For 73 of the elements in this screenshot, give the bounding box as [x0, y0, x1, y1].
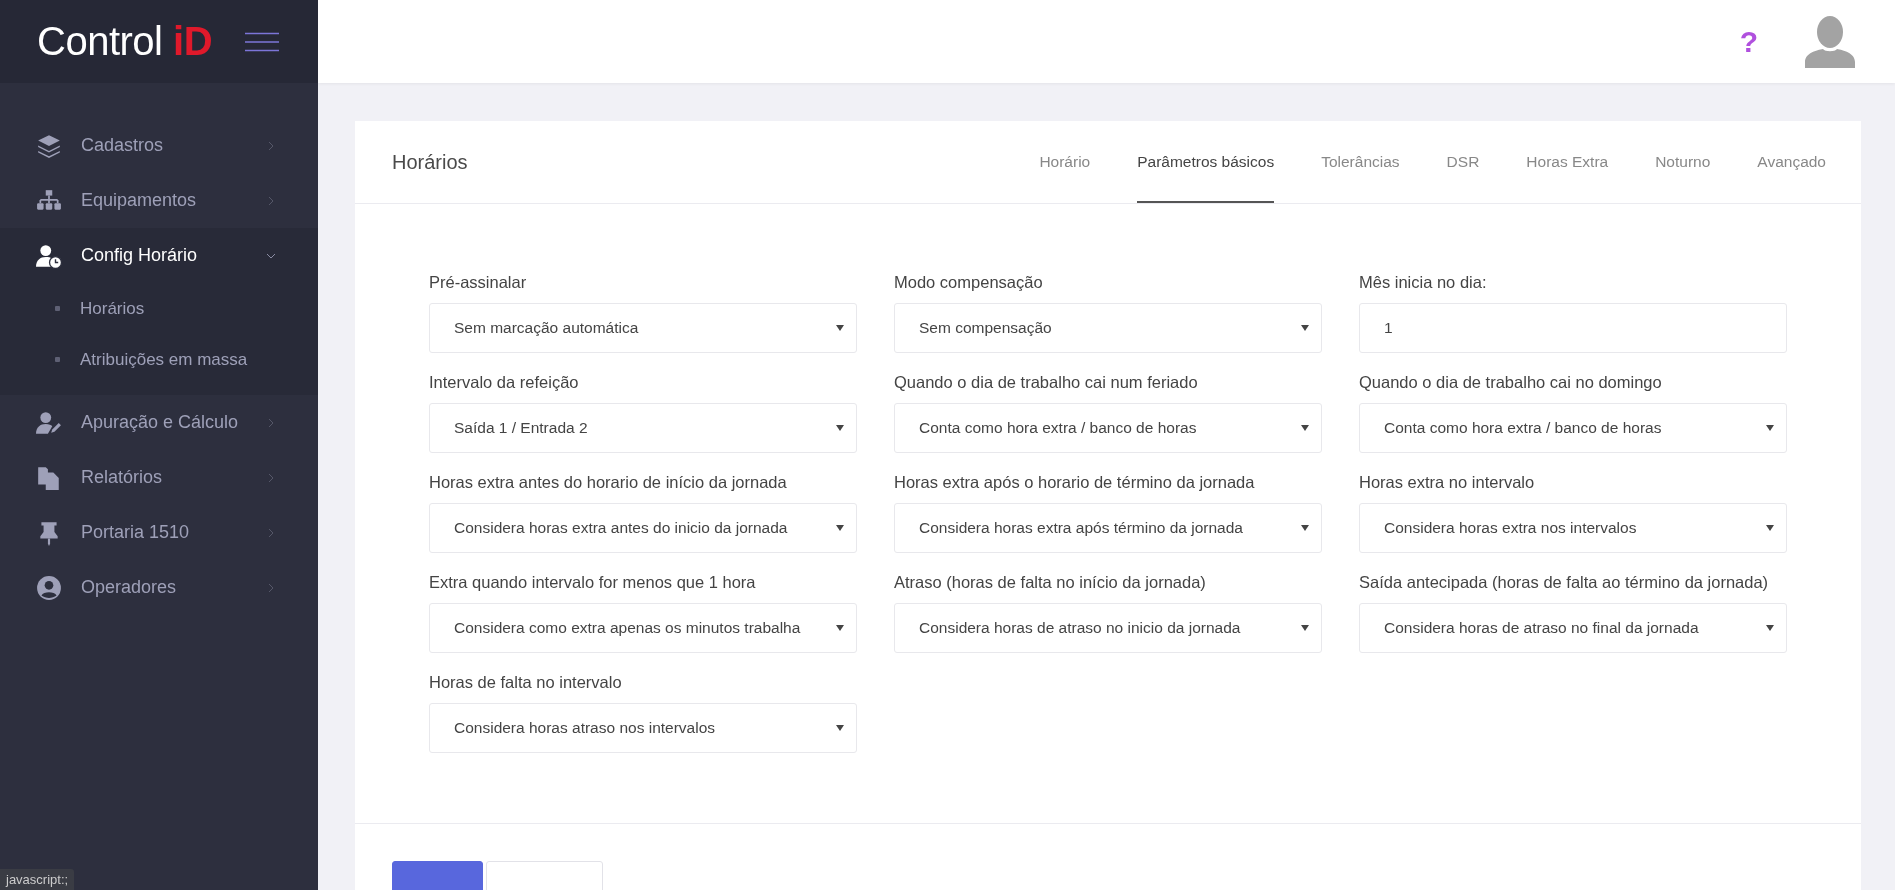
field-label: Horas extra no intervalo [1359, 472, 1536, 493]
field-label: Quando o dia de trabalho cai no domingo [1359, 372, 1663, 393]
field-label: Atraso (horas de falta no início da jornada) [894, 572, 1207, 593]
dropdown[interactable]: Sem compensação [894, 303, 1322, 353]
submenu-item[interactable]: Horários [0, 283, 318, 334]
caret-icon [836, 425, 844, 431]
chevron-icon [266, 417, 276, 428]
chevron-icon [266, 582, 276, 593]
chevron-icon [266, 527, 276, 538]
field-label: Saída antecipada (horas de falta ao término da jornada) [1359, 572, 1770, 593]
field-label: Horas extra após o horario de término da jornada [894, 472, 1256, 493]
user-circle-icon [36, 574, 62, 601]
chevron-icon [266, 472, 276, 483]
dropdown[interactable]: Considera horas extra após término da jornada [894, 503, 1322, 553]
dropdown[interactable]: Conta como hora extra / banco de horas [1359, 403, 1787, 453]
user-edit-icon [36, 409, 62, 436]
sidebar-item[interactable]: Cadastros [0, 118, 318, 173]
logo: Control iD [37, 19, 213, 64]
caret-icon [1301, 625, 1309, 631]
tab[interactable]: Horário [1039, 121, 1091, 203]
user-clock-icon [36, 242, 62, 269]
bullet-icon [55, 306, 60, 311]
dropdown[interactable]: Saída 1 / Entrada 2 [429, 403, 857, 453]
caret-icon [836, 725, 844, 731]
dropdown[interactable]: Sem marcação automática [429, 303, 857, 353]
field-label: Extra quando intervalo for menos que 1 hora [429, 572, 757, 593]
caret-icon [1766, 425, 1774, 431]
caret-icon [1766, 625, 1774, 631]
tab[interactable]: Horas Extra [1526, 121, 1609, 203]
bullet-icon [55, 357, 60, 362]
field-label: Pré-assinalar [429, 272, 528, 293]
field-label: Intervalo da refeição [429, 372, 580, 393]
caret-icon [1766, 525, 1774, 531]
dropdown[interactable]: Considera horas de atraso no inicio da jornada [894, 603, 1322, 653]
caret-icon [836, 325, 844, 331]
caret-icon [1301, 425, 1309, 431]
documents-icon [36, 464, 62, 491]
caret-icon [836, 625, 844, 631]
sidebar-item[interactable]: Operadores [0, 560, 318, 615]
dropdown[interactable]: Considera horas atraso nos intervalos [429, 703, 857, 753]
help-icon[interactable]: ? [1739, 24, 1758, 59]
input-field[interactable]: 1 [1359, 303, 1787, 353]
dropdown[interactable]: Considera horas de atraso no final da jornada [1359, 603, 1787, 653]
field-label: Horas extra antes do horario de início da jornada [429, 472, 788, 493]
status-bar: javascript:; [0, 869, 75, 890]
sidebar-item[interactable]: Equipamentos [0, 173, 318, 228]
dropdown[interactable]: Considera horas extra nos intervalos [1359, 503, 1787, 553]
dropdown[interactable]: Considera como extra apenas os minutos trabalha [429, 603, 857, 653]
dropdown[interactable]: Considera horas extra antes do inicio da jornada [429, 503, 857, 553]
card-title: Horários [392, 150, 468, 174]
tab[interactable]: Tolerâncias [1321, 121, 1400, 203]
caret-icon [836, 525, 844, 531]
tab[interactable]: Parâmetros básicos [1137, 121, 1275, 203]
tab[interactable]: DSR [1446, 121, 1480, 203]
chevron-icon [266, 195, 276, 206]
chevron-icon [266, 140, 276, 151]
field-label: Quando o dia de trabalho cai num feriado [894, 372, 1199, 393]
field-label: Modo compensação [894, 272, 1044, 293]
field-label: Mês inicia no dia: [1359, 272, 1488, 293]
tab[interactable]: Avançado [1757, 121, 1826, 203]
layers-icon [36, 132, 62, 159]
submenu-item[interactable]: Atribuições em massa [0, 334, 318, 385]
sidebar-item[interactable]: Config Horário [0, 228, 318, 283]
tab[interactable]: Noturno [1655, 121, 1711, 203]
caret-icon [1301, 525, 1309, 531]
caret-icon [1301, 325, 1309, 331]
dropdown[interactable]: Conta como hora extra / banco de horas [894, 403, 1322, 453]
field-label: Horas de falta no intervalo [429, 672, 623, 693]
avatar-icon[interactable] [1803, 15, 1857, 68]
menu-icon[interactable] [245, 31, 280, 52]
sidebar-item[interactable]: Relatórios [0, 450, 318, 505]
sidebar-item[interactable]: Portaria 1510 [0, 505, 318, 560]
sidebar-item[interactable]: Apuração e Cálculo [0, 395, 318, 450]
